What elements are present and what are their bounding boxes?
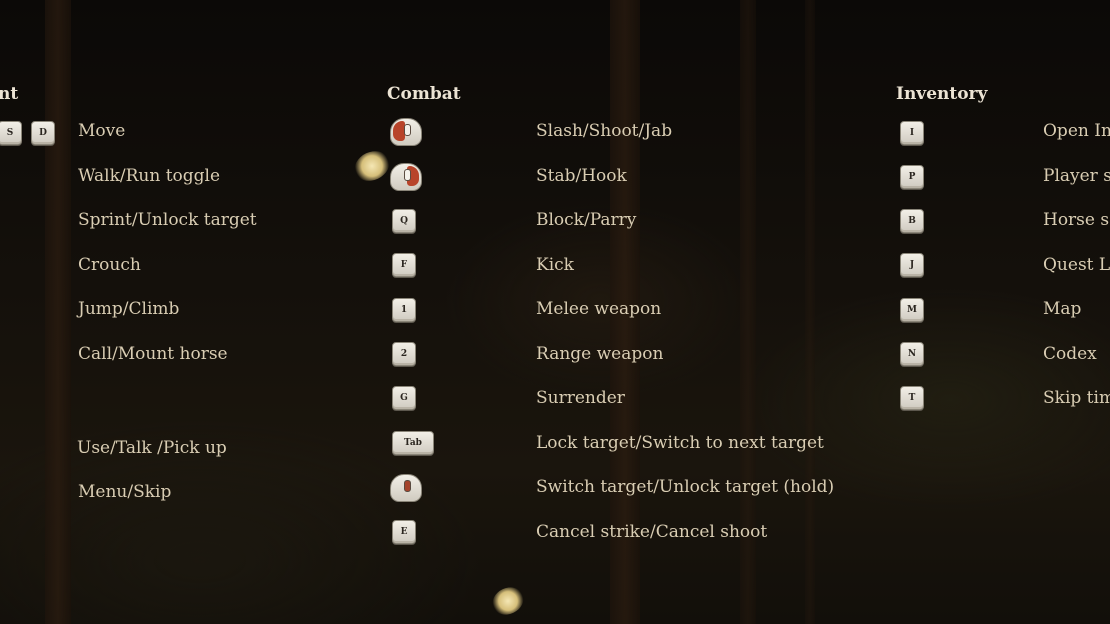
action-slash-shoot-jab: Slash/Shoot/Jab: [536, 121, 673, 141]
key-i: I: [900, 121, 924, 145]
mouse-right-click-icon: [390, 163, 422, 191]
key-1: 1: [392, 298, 416, 322]
key-p: P: [900, 165, 924, 189]
action-walk-run-toggle: Walk/Run toggle: [78, 166, 221, 186]
mouse-wheel: [404, 169, 411, 181]
key-g: G: [392, 386, 416, 410]
key-f: F: [392, 253, 416, 277]
action-skip-time: Skip tim: [1043, 388, 1110, 408]
mouse-left-click-icon: [390, 118, 422, 146]
action-player-stats: Player s: [1043, 166, 1110, 186]
inventory-section-title: Inventory: [896, 84, 988, 104]
mouse-middle-click-icon: [390, 474, 422, 502]
action-stab-hook: Stab/Hook: [536, 166, 627, 186]
action-menu-skip: Menu/Skip: [78, 482, 172, 502]
action-codex: Codex: [1043, 344, 1097, 364]
key-tab: Tab: [392, 431, 434, 455]
action-call-mount-horse: Call/Mount horse: [78, 344, 228, 364]
key-s: S: [0, 121, 22, 145]
action-block-parry: Block/Parry: [536, 210, 637, 230]
key-j: J: [900, 253, 924, 277]
key-e: E: [392, 520, 416, 544]
action-crouch: Crouch: [78, 255, 141, 275]
action-cancel-strike-shoot: Cancel strike/Cancel shoot: [536, 522, 768, 542]
movement-section-title: nt: [0, 84, 19, 104]
action-surrender: Surrender: [536, 388, 625, 408]
key-n: N: [900, 342, 924, 366]
action-sprint-unlock: Sprint/Unlock target: [78, 210, 257, 230]
firefly-glow: [349, 145, 395, 187]
key-b: B: [900, 209, 924, 233]
action-kick: Kick: [536, 255, 574, 275]
action-move: Move: [78, 121, 126, 141]
mouse-wheel-highlight: [404, 480, 411, 492]
key-d: D: [31, 121, 55, 145]
action-jump-climb: Jump/Climb: [78, 299, 180, 319]
key-q: Q: [392, 209, 416, 233]
key-2: 2: [392, 342, 416, 366]
tree-trunk: [45, 0, 71, 624]
action-melee-weapon: Melee weapon: [536, 299, 662, 319]
action-horse-stats: Horse s: [1043, 210, 1110, 230]
action-lock-switch-target: Lock target/Switch to next target: [536, 433, 824, 453]
combat-section-title: Combat: [387, 84, 461, 104]
action-open-inventory: Open In: [1043, 121, 1110, 141]
firefly-glow: [488, 582, 528, 620]
action-switch-unlock-target: Switch target/Unlock target (hold): [536, 477, 835, 497]
key-t: T: [900, 386, 924, 410]
tree-trunk: [805, 0, 815, 624]
action-quest-log: Quest L: [1043, 255, 1110, 275]
action-range-weapon: Range weapon: [536, 344, 664, 364]
action-map: Map: [1043, 299, 1082, 319]
key-m: M: [900, 298, 924, 322]
mouse-wheel: [404, 124, 411, 136]
action-use-talk-pickup: Use/Talk /Pick up: [77, 438, 227, 458]
